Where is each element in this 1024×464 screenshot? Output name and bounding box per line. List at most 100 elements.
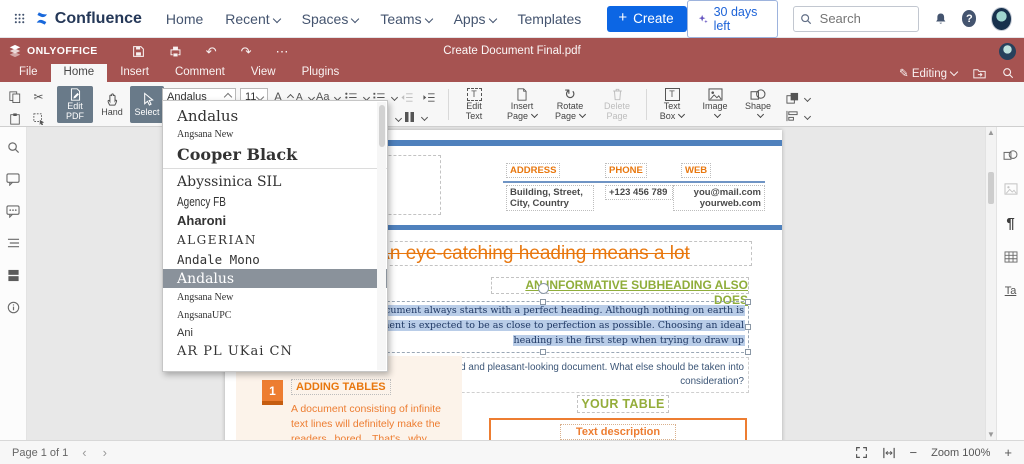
font-item[interactable]: ALGERIAN [163,230,387,249]
tab-insert[interactable]: Insert [107,64,162,82]
global-search[interactable] [793,6,919,32]
nav-apps[interactable]: Apps [454,11,496,27]
align-shape-button[interactable] [786,107,810,125]
line-spacing-chevron[interactable] [392,109,401,127]
paragraph-settings-icon[interactable]: ¶ [1003,215,1019,231]
scroll-down-arrow[interactable]: ▼ [986,430,996,439]
sidebar-about-icon[interactable] [5,299,21,315]
onlyoffice-logo-icon [8,44,22,58]
copy-icon[interactable] [7,89,22,104]
dropdown-scrollbar-thumb[interactable] [379,105,385,147]
tab-file[interactable]: File [6,64,51,82]
find-icon[interactable] [1002,67,1014,79]
notifications-bell-icon[interactable] [934,11,947,27]
font-item[interactable]: Cooper Black [163,143,387,165]
create-button[interactable]: + Create [607,6,686,32]
fit-page-button[interactable] [855,446,868,459]
nav-templates[interactable]: Templates [518,11,582,27]
tab-comment[interactable]: Comment [162,64,238,82]
text-box-button[interactable]: T Text Box [652,86,692,123]
nav-spaces[interactable]: Spaces [302,11,359,27]
delete-page-button[interactable]: Delete Page [596,86,638,123]
scrollbar-thumb[interactable] [988,172,994,204]
font-item[interactable]: Agency FB [163,192,387,211]
font-item-selected[interactable]: Andalus [163,269,387,288]
table-header-cell[interactable]: Text description [560,424,676,440]
rotate-handle[interactable] [538,283,549,294]
rotate-page-button[interactable]: ↻ Rotate Page [548,86,592,123]
font-item[interactable]: AR PL UKai CN [163,341,387,361]
font-item[interactable]: Aharoni [163,211,387,230]
document-scrollbar[interactable]: ▲ ▼ [985,127,996,440]
trial-days-badge[interactable]: 30 days left [687,0,778,38]
sidebar-chat-icon[interactable] [5,203,21,219]
font-item[interactable]: AngsanaUPC [163,306,387,324]
font-item[interactable]: Abyssinica SIL [163,172,387,192]
sidebar-comments-icon[interactable] [5,171,21,187]
resize-handle[interactable] [540,349,546,355]
app-switcher-icon[interactable] [14,10,25,27]
next-page-button[interactable]: › [103,445,107,460]
nav-teams[interactable]: Teams [380,11,431,27]
chevron-down-icon [488,14,496,22]
resize-handle[interactable] [745,299,751,305]
tab-home[interactable]: Home [51,64,108,82]
table-settings-icon[interactable] [1003,249,1019,265]
shape-settings-icon[interactable] [1003,147,1019,163]
paste-icon[interactable] [7,111,22,126]
image-button[interactable]: Image [696,86,734,123]
nav-recent[interactable]: Recent [225,11,279,27]
text-art-settings-icon[interactable]: Ta [1003,283,1019,299]
font-item[interactable]: Angsana New [163,126,387,143]
insert-page-button[interactable]: Insert Page [500,86,544,123]
selected-text-box[interactable]: A perfect document always starts with a … [337,301,749,353]
hand-tool-button[interactable]: Hand [96,86,128,123]
font-item[interactable]: Andale Mono [163,249,387,269]
editing-mode-button[interactable]: ✎ Editing [899,66,957,80]
table-title[interactable]: YOUR TABLE [577,395,669,413]
arrange-shape-button[interactable] [786,89,810,107]
resize-handle[interactable] [745,349,751,355]
select-tool-button[interactable]: Select [130,86,164,123]
sidebar-headings-icon[interactable] [5,235,21,251]
chevron-down-icon [272,14,280,22]
font-item[interactable]: Ani [163,324,387,341]
section-title[interactable]: ADDING TABLES [291,379,391,395]
sidebar-search-icon[interactable] [5,139,21,155]
zoom-level[interactable]: Zoom 100% [931,447,990,459]
search-input[interactable] [818,10,912,27]
document-table[interactable]: Text description [489,418,747,440]
open-file-location-icon[interactable] [973,67,986,79]
increase-indent-button[interactable] [422,88,436,106]
shape-button[interactable]: Shape [738,86,778,123]
edit-pdf-button[interactable]: Edit PDF [57,86,93,123]
zoom-out-button[interactable]: − [910,445,918,460]
user-avatar[interactable] [991,7,1012,31]
cut-icon[interactable]: ✂ [31,89,46,104]
fit-width-button[interactable] [882,447,896,459]
sidebar-thumbnails-icon[interactable] [5,267,21,283]
print-icon[interactable] [169,45,182,58]
tab-view[interactable]: View [238,64,289,82]
tab-plugins[interactable]: Plugins [289,64,353,82]
document-subheading[interactable]: AN INFORMATIVE SUBHEADING ALSO DOES [491,277,749,294]
zoom-in-button[interactable]: + [1004,445,1012,460]
section-text[interactable]: A document consisting of infinite text l… [291,402,453,440]
columns-button[interactable] [404,108,427,126]
previous-page-button[interactable]: ‹ [82,445,86,460]
undo-icon[interactable]: ↶ [206,45,217,58]
select-all-icon[interactable] [31,111,46,126]
image-settings-icon[interactable] [1003,181,1019,197]
font-item[interactable]: Andalus [163,105,387,126]
resize-handle[interactable] [745,324,751,330]
more-actions-icon[interactable]: ⋯ [276,45,289,58]
edit-text-button[interactable]: T Edit Text [455,86,493,123]
help-icon[interactable]: ? [962,10,976,27]
font-item[interactable]: Angsana New [163,288,387,306]
dropdown-scrollbar[interactable] [377,102,386,370]
scroll-up-arrow[interactable]: ▲ [986,128,996,137]
redo-icon[interactable]: ↷ [241,45,252,58]
nav-home[interactable]: Home [166,11,203,27]
decrease-indent-button[interactable] [400,88,414,106]
save-icon[interactable] [132,45,145,58]
